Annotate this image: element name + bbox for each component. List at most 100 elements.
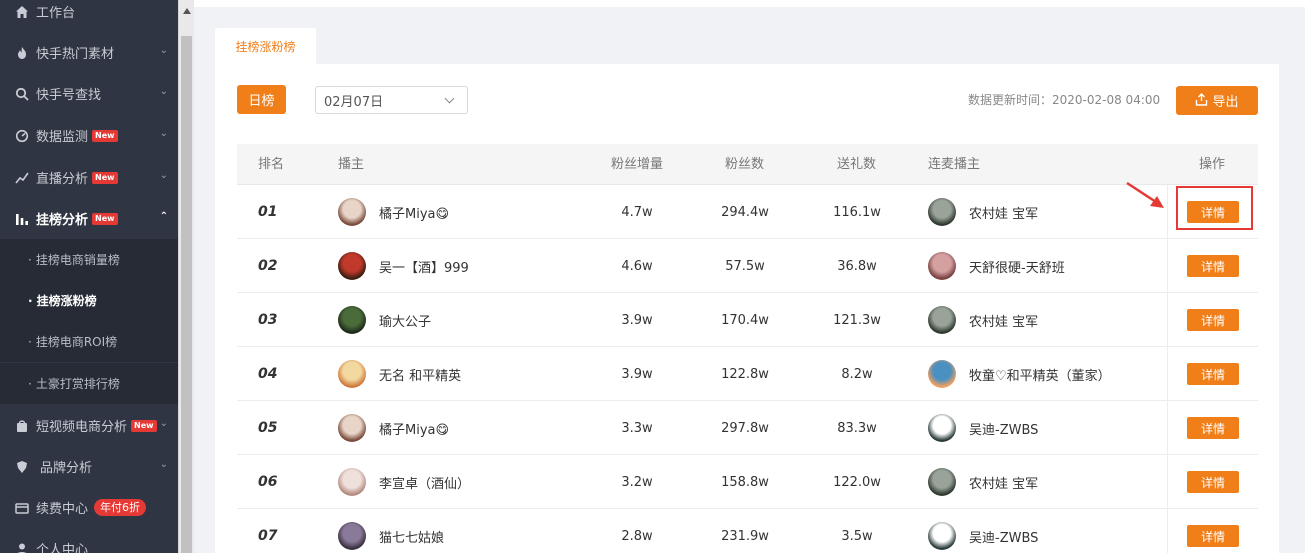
sidebar-item-hot-material[interactable]: 快手热门素材 ⌄ [0, 32, 178, 73]
detail-button[interactable]: 详情 [1187, 255, 1239, 277]
rank-cell: 04 [258, 366, 278, 382]
host-name[interactable]: 吴一【酒】999 [379, 257, 469, 276]
scroll-up-icon[interactable] [183, 8, 191, 14]
daily-ranking-button[interactable]: 日榜 [237, 85, 286, 114]
sidebar: 工作台 快手热门素材 ⌄ 快手号查找 ⌄ 数据监测 New ⌄ 直播分析 New… [0, 0, 178, 553]
co-host-cell[interactable]: 农村娃 宝军 [928, 185, 1038, 239]
co-host-cell[interactable]: 农村娃 宝军 [928, 455, 1038, 509]
avatar[interactable] [928, 522, 956, 550]
column-header-fans[interactable]: 粉丝数 [725, 144, 764, 185]
co-host-cell[interactable]: 吴迪-ZWBS [928, 509, 1038, 553]
gifts-cell: 116.1w [833, 204, 881, 220]
co-host-cell[interactable]: 农村娃 宝军 [928, 293, 1038, 347]
export-icon [1195, 92, 1208, 109]
shopping-bag-icon [14, 418, 30, 434]
host-cell[interactable]: 橘子Miya😋 [338, 185, 449, 239]
submenu-item-ecommerce-roi[interactable]: · 挂榜电商ROI榜 [0, 321, 178, 362]
export-button[interactable]: 导出 [1176, 86, 1258, 115]
host-cell[interactable]: 李宣卓（酒仙） [338, 455, 470, 509]
avatar[interactable] [338, 198, 366, 226]
chevron-down-icon: ⌄ [159, 170, 168, 181]
co-host-name[interactable]: 农村娃 宝军 [969, 473, 1038, 492]
host-name[interactable]: 橘子Miya😋 [379, 203, 449, 222]
column-header-gifts[interactable]: 送礼数 [837, 144, 876, 185]
detail-button[interactable]: 详情 [1187, 363, 1239, 385]
sidebar-item-label: 品牌分析 [40, 461, 93, 476]
submenu-item-fan-gain[interactable]: · 挂榜涨粉榜 [0, 280, 178, 321]
avatar[interactable] [928, 252, 956, 280]
co-host-name[interactable]: 吴迪-ZWBS [969, 419, 1038, 438]
host-cell[interactable]: 吴一【酒】999 [338, 239, 469, 293]
detail-button[interactable]: 详情 [1187, 417, 1239, 439]
fan-gain-cell: 4.7w [621, 204, 653, 220]
host-name[interactable]: 橘子Miya😋 [379, 419, 449, 438]
avatar[interactable] [338, 306, 366, 334]
table-row: 05 橘子Miya😋 3.3w 297.8w 83.3w 吴迪-ZWBS 详情 [237, 401, 1258, 455]
sidebar-item-data-monitor[interactable]: 数据监测 New ⌄ [0, 115, 178, 156]
chevron-down-icon: ⌄ [159, 45, 168, 56]
avatar[interactable] [338, 522, 366, 550]
scrollbar-thumb[interactable] [181, 36, 192, 553]
co-host-name[interactable]: 农村娃 宝军 [969, 203, 1038, 222]
date-select[interactable]: 02月07日 [315, 86, 468, 114]
sidebar-item-account-search[interactable]: 快手号查找 ⌄ [0, 73, 178, 114]
sidebar-item-label: 快手号查找 [36, 88, 102, 103]
date-select-value: 02月07日 [324, 94, 384, 110]
host-name[interactable]: 猫七七姑娘 [379, 527, 444, 546]
sidebar-item-ranking-analysis[interactable]: 挂榜分析 New ⌃ [0, 198, 178, 239]
host-name[interactable]: 瑜大公子 [379, 311, 431, 330]
host-cell[interactable]: 橘子Miya😋 [338, 401, 449, 455]
host-name[interactable]: 无名 和平精英 [379, 365, 461, 384]
avatar[interactable] [928, 360, 956, 388]
rank-cell: 07 [258, 528, 278, 544]
column-header-rank[interactable]: 排名 [258, 144, 284, 185]
column-divider [1167, 347, 1168, 401]
host-cell[interactable]: 猫七七姑娘 [338, 509, 444, 553]
sidebar-scrollbar[interactable] [178, 0, 194, 553]
avatar[interactable] [338, 414, 366, 442]
avatar[interactable] [928, 306, 956, 334]
rank-cell: 06 [258, 474, 278, 490]
host-cell[interactable]: 无名 和平精英 [338, 347, 461, 401]
fans-cell: 57.5w [725, 258, 765, 274]
detail-button[interactable]: 详情 [1187, 471, 1239, 493]
co-host-cell[interactable]: 吴迪-ZWBS [928, 401, 1038, 455]
sidebar-item-workbench[interactable]: 工作台 [0, 0, 178, 32]
detail-button[interactable]: 详情 [1187, 309, 1239, 331]
detail-button[interactable]: 详情 [1187, 525, 1239, 547]
submenu-item-ecommerce-sales[interactable]: · 挂榜电商销量榜 [0, 239, 178, 280]
sidebar-item-video-ecommerce[interactable]: 短视频电商分析 New ⌄ [0, 405, 178, 446]
search-icon [14, 86, 30, 102]
sidebar-item-live-analysis[interactable]: 直播分析 New ⌄ [0, 157, 178, 198]
rank-cell: 02 [258, 258, 278, 274]
column-divider [1167, 509, 1168, 553]
table-header: 排名 播主 粉丝增量 粉丝数 送礼数 连麦播主 操作 [237, 144, 1258, 185]
avatar[interactable] [338, 468, 366, 496]
avatar[interactable] [928, 198, 956, 226]
host-cell[interactable]: 瑜大公子 [338, 293, 431, 347]
sidebar-item-label: 直播分析 [36, 172, 89, 187]
sidebar-item-personal-center[interactable]: 个人中心 [0, 528, 178, 553]
host-name[interactable]: 李宣卓（酒仙） [379, 473, 470, 492]
sidebar-item-renewal-center[interactable]: 续费中心 年付6折 [0, 487, 178, 528]
fan-gain-cell: 2.8w [621, 528, 653, 544]
co-host-name[interactable]: 天舒很硬-天舒班 [969, 257, 1065, 276]
fans-cell: 170.4w [721, 312, 769, 328]
avatar[interactable] [338, 360, 366, 388]
avatar[interactable] [928, 414, 956, 442]
column-header-fan-gain[interactable]: 粉丝增量 [611, 144, 663, 185]
co-host-name[interactable]: 农村娃 宝军 [969, 311, 1038, 330]
co-host-name[interactable]: 吴迪-ZWBS [969, 527, 1038, 546]
rank-cell: 01 [258, 204, 278, 220]
avatar[interactable] [928, 468, 956, 496]
co-host-name[interactable]: 牧童♡和平精英（董家） [969, 365, 1111, 384]
avatar[interactable] [338, 252, 366, 280]
column-header-host: 播主 [338, 157, 365, 172]
tab-fan-gain-ranking[interactable]: 挂榜涨粉榜 [215, 28, 316, 65]
submenu-item-tipping-ranking[interactable]: · 土豪打赏排行榜 [0, 363, 178, 404]
co-host-cell[interactable]: 天舒很硬-天舒班 [928, 239, 1065, 293]
sidebar-item-brand-analysis[interactable]: 品牌分析 ⌄ [0, 446, 178, 487]
detail-button[interactable]: 详情 [1187, 201, 1239, 223]
co-host-cell[interactable]: 牧童♡和平精英（董家） [928, 347, 1111, 401]
rank-cell: 03 [258, 312, 278, 328]
